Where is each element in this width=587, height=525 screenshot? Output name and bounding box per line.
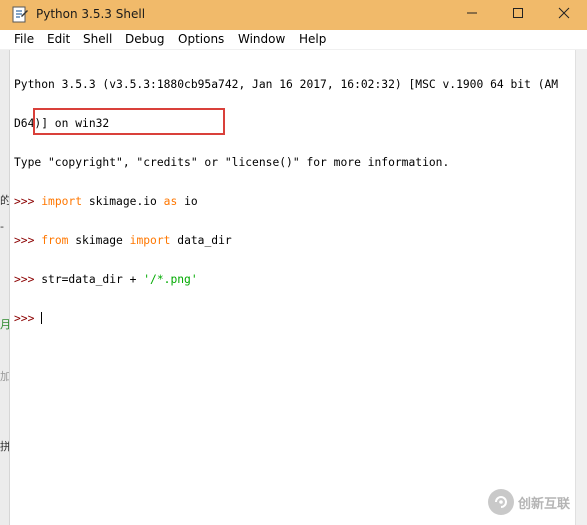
input-line: >>> import skimage.io as io [14, 195, 574, 208]
close-icon [558, 7, 570, 23]
minimize-icon [466, 7, 478, 23]
chuangxin-logo-icon [488, 489, 514, 515]
banner-line: Python 3.5.3 (v3.5.3:1880cb95a742, Jan 1… [14, 78, 559, 91]
prompt: >>> [14, 273, 42, 286]
keyword: import [41, 195, 83, 208]
background-window-edge: 的 - 月 加 拼 [0, 50, 10, 525]
strip-mark: 加 [0, 370, 9, 383]
strip-mark: 拼 [0, 440, 9, 453]
title-bar[interactable]: Python 3.5.3 Shell [0, 0, 587, 30]
code-text: data_dir [170, 234, 232, 247]
strip-mark: 月 [0, 318, 9, 331]
minimize-button[interactable] [449, 0, 495, 30]
menu-edit[interactable]: Edit [47, 32, 70, 46]
current-input-line[interactable]: >>> [14, 312, 574, 325]
menu-debug[interactable]: Debug [125, 32, 164, 46]
maximize-button[interactable] [495, 0, 541, 30]
menu-bar: File Edit Shell Debug Options Window Hel… [0, 30, 587, 50]
highlight-annotation [33, 108, 225, 135]
prompt: >>> [14, 312, 42, 325]
menu-file[interactable]: File [14, 32, 34, 46]
keyword: from [41, 234, 69, 247]
keyword: import [129, 234, 171, 247]
strip-mark: - [0, 220, 4, 233]
code-text: skimage.io [82, 195, 164, 208]
menu-help[interactable]: Help [299, 32, 326, 46]
code-text: io [177, 195, 198, 208]
watermark: 创新互联 [488, 483, 584, 521]
input-line: >>> from skimage import data_dir [14, 234, 574, 247]
watermark-text: 创新互联 [518, 496, 571, 512]
text-cursor [41, 312, 43, 324]
maximize-icon [512, 7, 524, 23]
close-button[interactable] [541, 0, 587, 30]
input-line: >>> str=data_dir + '/*.png' [14, 273, 574, 286]
prompt: >>> [14, 195, 42, 208]
keyword: as [163, 195, 178, 208]
menu-options[interactable]: Options [178, 32, 224, 46]
python-idle-icon [12, 6, 28, 23]
menu-shell[interactable]: Shell [83, 32, 112, 46]
string-literal: '/*.png' [143, 273, 198, 286]
prompt: >>> [14, 234, 42, 247]
menu-window[interactable]: Window [238, 32, 285, 46]
code-text: str=data_dir + [41, 273, 144, 286]
vertical-scrollbar[interactable] [575, 50, 587, 525]
strip-mark: 的 [0, 194, 9, 207]
window-title: Python 3.5.3 Shell [36, 7, 146, 21]
banner-line: Type "copyright", "credits" or "license(… [14, 156, 450, 169]
code-text: skimage [68, 234, 130, 247]
